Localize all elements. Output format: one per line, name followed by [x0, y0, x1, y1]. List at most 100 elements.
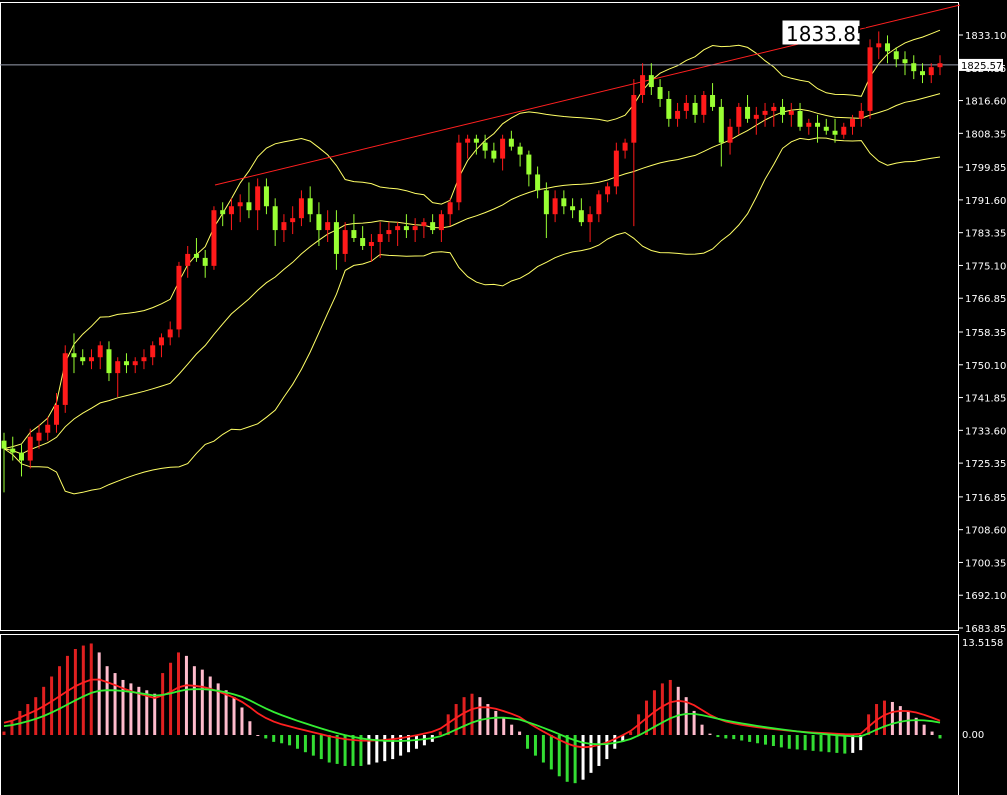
candle-body — [570, 206, 576, 211]
price-tick-label: 1758.35 — [965, 328, 1006, 339]
candle-body — [115, 361, 121, 374]
candle-body — [421, 222, 427, 227]
candle-body — [631, 94, 637, 143]
macd-bar — [494, 710, 498, 735]
candle-body — [36, 432, 42, 441]
macd-bar — [264, 735, 268, 739]
macd-bar — [787, 735, 791, 749]
candle-body — [185, 253, 191, 266]
candle-body — [342, 230, 348, 254]
macd-bar — [50, 676, 54, 735]
macd-bar — [660, 683, 664, 735]
macd-bar — [272, 735, 276, 742]
macd-bar — [462, 697, 466, 735]
macd-bar — [518, 731, 522, 735]
candle-body — [97, 345, 103, 358]
candle-body — [395, 226, 401, 231]
candle-body — [745, 106, 751, 119]
macd-bar — [224, 690, 228, 735]
macd-bar — [177, 652, 181, 735]
macd-bar — [732, 735, 736, 740]
candle-body — [710, 94, 716, 107]
candle-body — [473, 138, 479, 143]
macd-bar — [10, 721, 14, 735]
macd-bar — [819, 735, 823, 752]
candle-body — [675, 110, 681, 119]
candle-body — [561, 198, 567, 207]
macd-bar — [161, 673, 165, 735]
candle-body — [412, 226, 418, 231]
macd-bar — [26, 704, 30, 735]
macd-bar — [748, 735, 752, 742]
candle-body — [850, 118, 856, 127]
macd-bar — [2, 731, 6, 735]
macd-bar — [438, 731, 442, 735]
macd-bar — [232, 697, 236, 735]
candle-body — [762, 110, 768, 115]
candle-body — [692, 102, 698, 115]
candle-body — [727, 126, 733, 143]
candle-body — [167, 329, 173, 338]
candle-body — [272, 206, 278, 231]
candle-body — [596, 194, 602, 215]
candle-body — [307, 198, 313, 215]
price-tick-label: 1775.10 — [965, 261, 1006, 272]
candle-body — [858, 110, 864, 119]
macd-bar — [930, 731, 934, 735]
macd-bar — [414, 735, 418, 749]
annotation-box: 1833.85 — [782, 20, 869, 46]
macd-bar — [740, 735, 744, 741]
candle-body — [10, 448, 16, 453]
macd-bar — [541, 735, 545, 763]
candle-body — [893, 51, 899, 60]
candle-body — [535, 174, 541, 191]
candle-body — [806, 122, 812, 127]
candle-body — [255, 186, 261, 211]
candle-body — [377, 234, 383, 243]
macd-bar — [779, 735, 783, 748]
candle-body — [263, 186, 269, 207]
candle-body — [718, 106, 724, 143]
candle-body — [45, 424, 51, 433]
macd-bar — [478, 697, 482, 735]
macd-bar — [422, 735, 426, 746]
candle-body — [780, 106, 786, 115]
macd-bar — [771, 735, 775, 747]
macd-bar — [42, 686, 46, 735]
macd-bar — [311, 735, 315, 756]
candle-body — [491, 150, 497, 159]
candle-body — [867, 47, 873, 111]
candle-body — [902, 59, 908, 64]
candle-body — [543, 190, 549, 215]
candle-body — [657, 87, 663, 99]
macd-bar — [605, 735, 609, 760]
macd-bar — [89, 643, 93, 735]
macd-bar — [795, 735, 799, 750]
price-tick-label: 1683.85 — [965, 624, 1006, 635]
macd-bar — [756, 735, 760, 744]
macd-bar — [922, 724, 926, 735]
macd-bar — [169, 662, 173, 735]
candle-body — [368, 242, 374, 246]
candle-body — [648, 75, 654, 88]
candle-body — [911, 63, 917, 72]
price-tick-label: 1766.85 — [965, 294, 1006, 305]
macd-bar — [73, 648, 77, 735]
candle-body — [158, 337, 164, 346]
macd-bar — [843, 735, 847, 754]
candle-body — [123, 361, 129, 366]
candle-body — [832, 130, 838, 135]
candle-body — [753, 114, 759, 119]
candle-body — [885, 43, 891, 52]
macd-bar — [288, 735, 292, 746]
candle-body — [928, 67, 934, 76]
candle-body — [228, 206, 234, 215]
candle-body — [202, 257, 208, 266]
candle-body — [386, 230, 392, 235]
candle-body — [701, 94, 707, 115]
macd-bar — [319, 735, 323, 760]
macd-bar — [240, 707, 244, 735]
price-tick-label: 1799.85 — [965, 163, 1006, 174]
candle-body — [482, 142, 488, 151]
price-tick-label: 1783.35 — [965, 229, 1006, 240]
